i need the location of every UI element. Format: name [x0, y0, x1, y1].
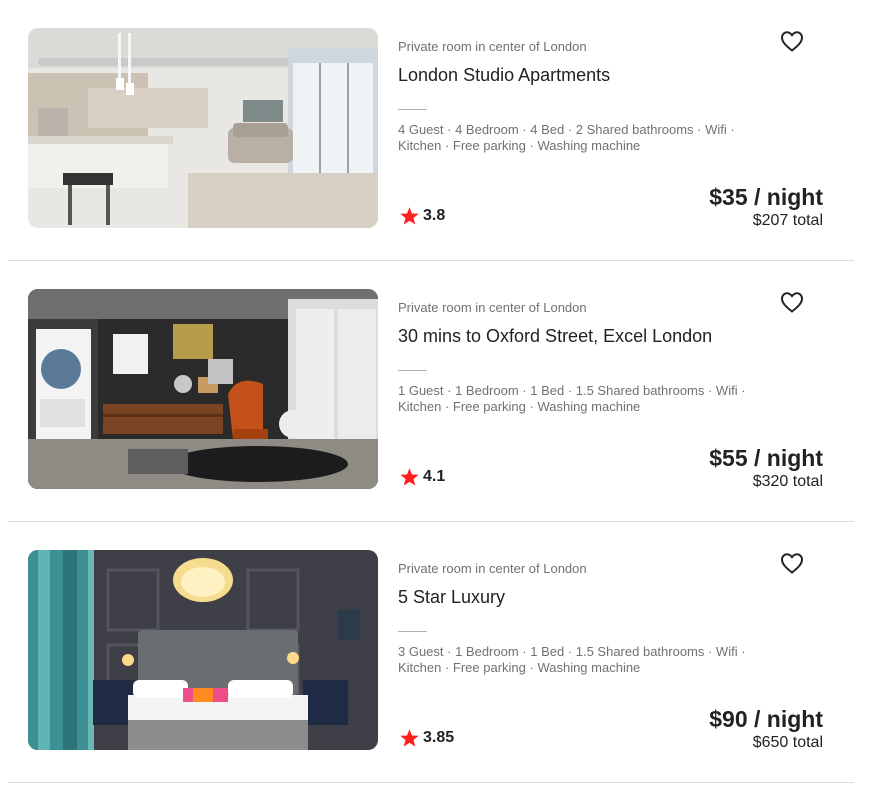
listing-price: $35 / night $207 total	[709, 183, 823, 231]
listing-price: $90 / night $650 total	[709, 705, 823, 753]
listing-subtitle: Private room in center of London	[398, 300, 587, 315]
listing-amenities: 1 Guest · 1 Bedroom · 1 Bed · 1.5 Shared…	[398, 383, 768, 415]
listing-info: Private room in center of London 30 mins…	[398, 261, 834, 522]
short-divider	[398, 109, 427, 110]
total-price: $207 total	[752, 212, 823, 229]
star-icon	[400, 729, 419, 747]
amenities-line: 1 Guest · 1 Bedroom · 1 Bed · 1.5 Shared…	[398, 383, 746, 398]
amenities-line: 3 Guest · 1 Bedroom · 1 Bed · 1.5 Shared…	[398, 644, 746, 659]
nightly-price: $55 / night	[709, 445, 823, 471]
amenities-line: Kitchen · Free parking · Washing machine	[398, 138, 641, 153]
listing-rating: 4.1	[399, 467, 445, 487]
amenities-line: Kitchen · Free parking · Washing machine	[398, 399, 641, 414]
rating-value: 3.85	[423, 729, 455, 746]
nightly-price: $90 / night	[709, 706, 823, 732]
short-divider	[398, 631, 427, 632]
listings-page: Private room in center of London London …	[0, 0, 874, 786]
listing-photo[interactable]	[28, 28, 378, 228]
listing-divider	[8, 782, 854, 783]
total-price: $320 total	[752, 473, 823, 490]
total-price: $650 total	[752, 734, 823, 751]
short-divider	[398, 370, 427, 371]
rating-value: 3.8	[423, 207, 446, 224]
listing-title[interactable]: 5 Star Luxury	[398, 587, 505, 608]
listing-info: Private room in center of London 5 Star …	[398, 522, 834, 783]
bedroom-photo	[28, 550, 378, 750]
listing-subtitle: Private room in center of London	[398, 561, 587, 576]
listing-price: $55 / night $320 total	[709, 444, 823, 492]
living-room-photo	[28, 289, 378, 489]
listing-subtitle: Private room in center of London	[398, 39, 587, 54]
listing-photo[interactable]	[28, 550, 378, 750]
listing-rating: 3.8	[399, 206, 445, 226]
listing-photo[interactable]	[28, 289, 378, 489]
star-icon	[400, 468, 419, 486]
nightly-price: $35 / night	[709, 184, 823, 210]
heart-outline-icon[interactable]	[780, 30, 804, 52]
listing-title[interactable]: 30 mins to Oxford Street, Excel London	[398, 326, 712, 347]
star-icon	[400, 207, 419, 225]
amenities-line: Kitchen · Free parking · Washing machine	[398, 660, 641, 675]
listing-info: Private room in center of London London …	[398, 0, 834, 261]
listing-rating: 3.85	[399, 728, 454, 748]
heart-outline-icon[interactable]	[780, 291, 804, 313]
heart-outline-icon[interactable]	[780, 552, 804, 574]
listing-amenities: 3 Guest · 1 Bedroom · 1 Bed · 1.5 Shared…	[398, 644, 768, 676]
listing-card[interactable]: Private room in center of London London …	[8, 0, 854, 261]
listing-card[interactable]: Private room in center of London 30 mins…	[8, 261, 854, 522]
amenities-line: 4 Guest · 4 Bedroom · 4 Bed · 2 Shared b…	[398, 122, 735, 137]
rating-value: 4.1	[423, 468, 446, 485]
listing-title[interactable]: London Studio Apartments	[398, 65, 610, 86]
listing-amenities: 4 Guest · 4 Bedroom · 4 Bed · 2 Shared b…	[398, 122, 768, 154]
studio-apartment-photo	[28, 28, 378, 228]
listing-card[interactable]: Private room in center of London 5 Star …	[8, 522, 854, 783]
